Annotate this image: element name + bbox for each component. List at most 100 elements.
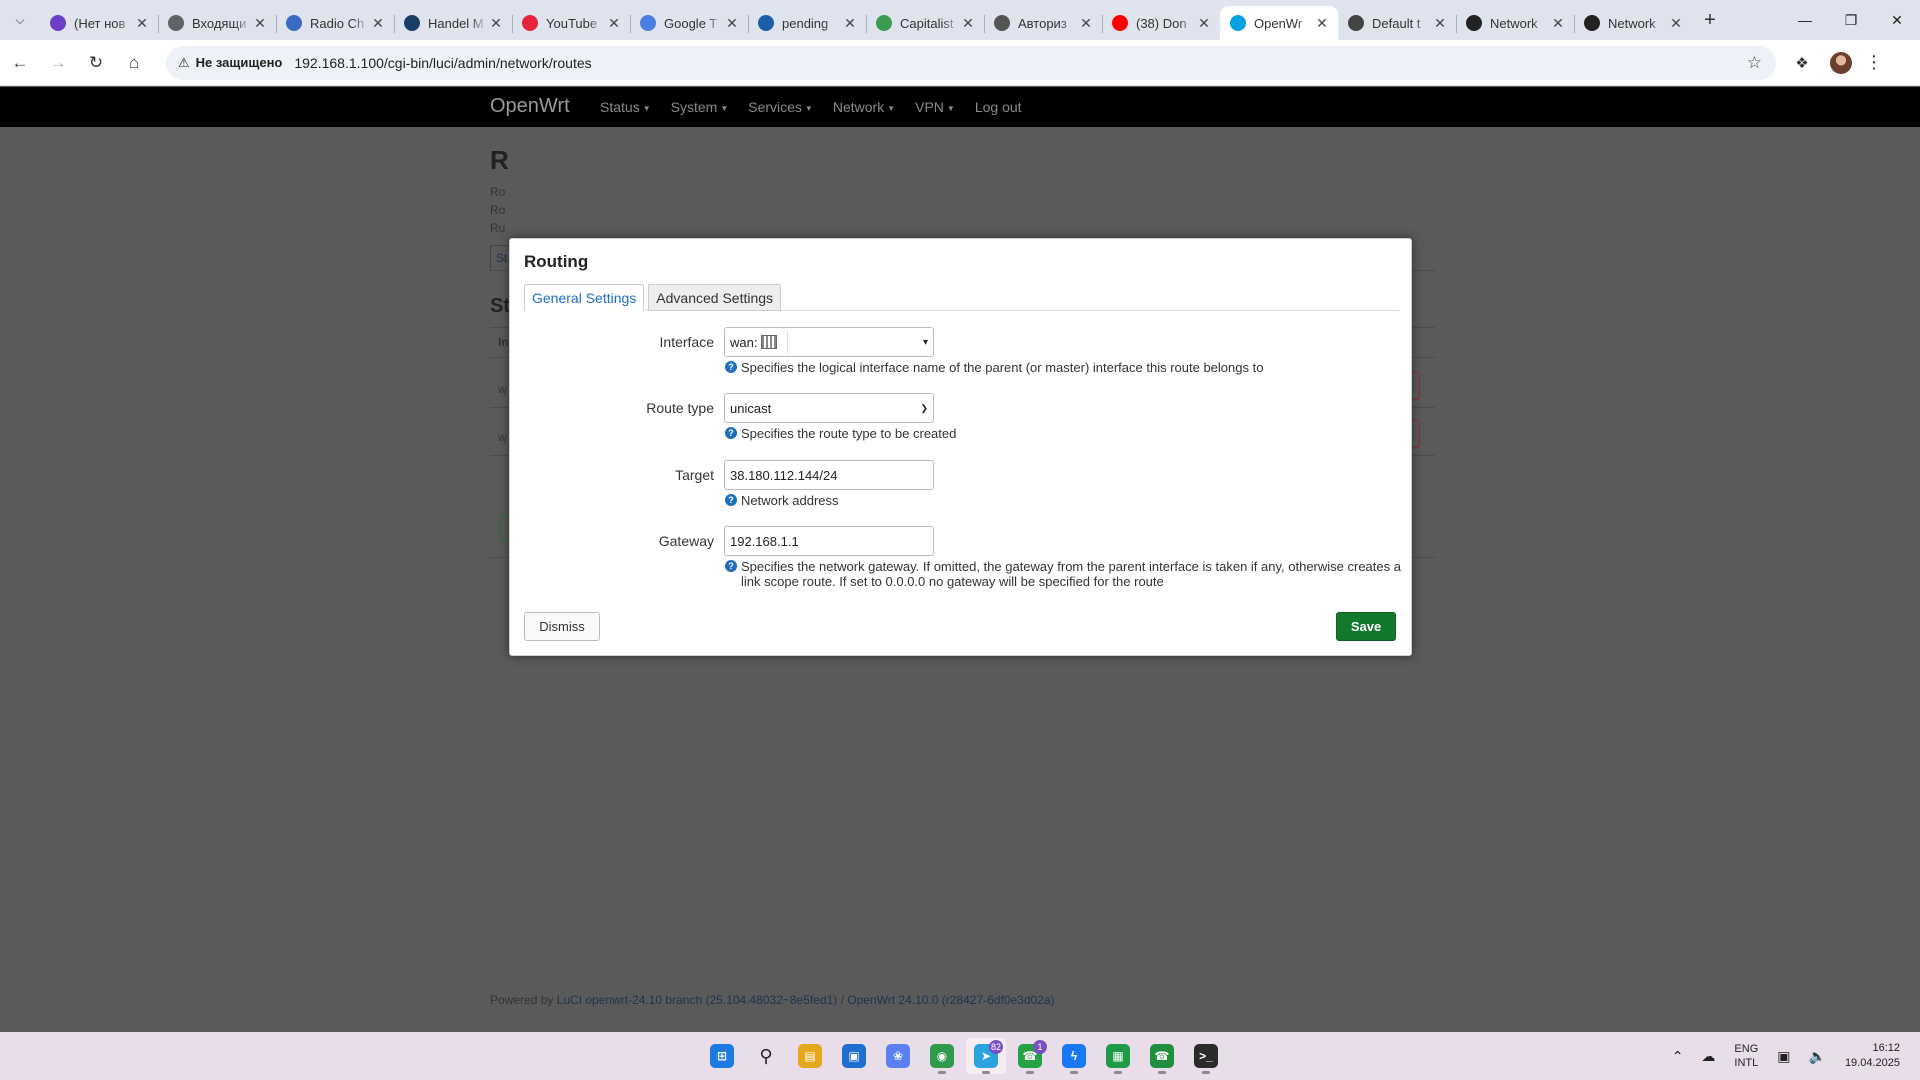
back-arrow-icon[interactable]: ← [2, 45, 38, 81]
running-indicator [1202, 1071, 1210, 1074]
close-tab-icon[interactable]: ✕ [1550, 15, 1566, 32]
tab-advanced-settings[interactable]: Advanced Settings [648, 284, 782, 311]
forward-arrow-icon[interactable]: → [40, 45, 76, 81]
close-tab-icon[interactable]: ✕ [488, 15, 504, 32]
close-tab-icon[interactable]: ✕ [1668, 15, 1684, 32]
taskbar-app[interactable]: ⊞ [702, 1038, 742, 1074]
close-tab-icon[interactable]: ✕ [1196, 15, 1212, 32]
restore-icon[interactable]: ❐ [1828, 0, 1874, 40]
taskbar-app[interactable]: ▦ [1098, 1038, 1138, 1074]
nav-item-log-out[interactable]: Log out [975, 99, 1022, 115]
chrome-icon: ◉ [930, 1044, 954, 1068]
clock[interactable]: 16:12 19.04.2025 [1845, 1041, 1900, 1071]
taskbar-app[interactable]: ▣ [834, 1038, 874, 1074]
language-indicator[interactable]: ENG INTL [1734, 1042, 1758, 1070]
reload-icon[interactable]: ↻ [78, 45, 114, 81]
show-hidden-icons-chevron-icon[interactable]: ⌃ [1672, 1048, 1684, 1065]
openwrt-icon [1230, 15, 1246, 31]
taskbar-app[interactable]: ☎ [1142, 1038, 1182, 1074]
interface-value: wan: [730, 334, 758, 350]
browser-tab[interactable]: Google T ✕ [630, 6, 748, 40]
volume-speaker-icon[interactable]: 🔈 [1809, 1048, 1826, 1065]
tab-title: Network [1490, 15, 1538, 31]
tab-search-chevron-icon[interactable]: ⌵ [6, 6, 34, 34]
dismiss-button[interactable]: Dismiss [524, 612, 600, 641]
taskbar-app[interactable]: ⚲ [746, 1038, 786, 1074]
openwrt-brand[interactable]: OpenWrt [490, 95, 570, 118]
warning-triangle-icon: ⚠ [178, 54, 190, 70]
browser-tab[interactable]: Radio Ch ✕ [276, 6, 394, 40]
browser-tab[interactable]: pending ✕ [748, 6, 866, 40]
browser-tab[interactable]: Network ✕ [1574, 6, 1692, 40]
not-secure-badge[interactable]: ⚠ Не защищено [178, 55, 282, 71]
system-tray: ⌃ ☁ ENG INTL ▣ 🔈 16:12 19.04.2025 [1663, 1032, 1920, 1080]
taskbar-app[interactable]: >_ [1186, 1038, 1226, 1074]
route-type-value: unicast [730, 400, 772, 416]
caret-down-icon: ▼ [642, 103, 651, 113]
tab-general-settings[interactable]: General Settings [524, 284, 645, 311]
taskbar-app[interactable]: ▤ [790, 1038, 830, 1074]
extensions-puzzle-icon[interactable]: ❖ [1784, 45, 1820, 81]
browser-tab[interactable]: Default t ✕ [1338, 6, 1456, 40]
nav-item-network[interactable]: Network ▼ [833, 99, 895, 115]
caret-down-icon: ▼ [720, 103, 729, 113]
close-window-icon[interactable]: ✕ [1874, 0, 1920, 40]
close-tab-icon[interactable]: ✕ [724, 15, 740, 32]
taskbar-app[interactable]: ◉ [922, 1038, 962, 1074]
new-tab-plus-icon[interactable]: + [1696, 6, 1724, 34]
browser-tab[interactable]: (Нет нов ✕ [40, 6, 158, 40]
openwrt-version-link[interactable]: OpenWrt 24.10.0 (r28427-6df0e3d02a) [847, 993, 1054, 1007]
close-tab-icon[interactable]: ✕ [134, 15, 150, 32]
browser-tab[interactable]: YouTube ✕ [512, 6, 630, 40]
nav-item-system[interactable]: System ▼ [671, 99, 729, 115]
running-indicator [1114, 1071, 1122, 1074]
browser-tab[interactable]: (38) Don ✕ [1102, 6, 1220, 40]
route-type-select[interactable]: unicast ❯ [724, 393, 934, 423]
interface-dropdown[interactable]: wan: ▾ [724, 327, 934, 357]
save-button[interactable]: Save [1336, 612, 1396, 641]
luci-link[interactable]: LuCI openwrt-24.10 branch (25.104.48032~… [557, 993, 838, 1007]
gateway-input[interactable]: 192.168.1.1 [724, 526, 934, 556]
home-icon[interactable]: ⌂ [116, 45, 152, 81]
taskbar-app[interactable]: ❀ [878, 1038, 918, 1074]
close-tab-icon[interactable]: ✕ [252, 15, 268, 32]
caret-down-icon: ▼ [804, 103, 813, 113]
browser-tab[interactable]: Авториз ✕ [984, 6, 1102, 40]
network-display-icon[interactable]: ▣ [1777, 1048, 1790, 1065]
browser-menu-dots-icon[interactable]: ⋮ [1862, 52, 1886, 73]
target-help: ? Network address [725, 493, 1401, 508]
browser-tab[interactable]: Входящи ✕ [158, 6, 276, 40]
nav-item-status[interactable]: Status ▼ [600, 99, 651, 115]
address-bar[interactable]: ⚠ Не защищено 192.168.1.100/cgi-bin/luci… [166, 45, 1776, 80]
browser-tab[interactable]: Network ✕ [1456, 6, 1574, 40]
profile-avatar[interactable] [1830, 51, 1852, 74]
browser-tab[interactable]: Handel M ✕ [394, 6, 512, 40]
help-question-icon: ? [725, 361, 737, 373]
tab-title: YouTube [546, 15, 598, 31]
nav-item-vpn[interactable]: VPN ▼ [915, 99, 955, 115]
modal-title: Routing [524, 252, 589, 271]
taskbar-app[interactable]: ➤ 82 [966, 1038, 1006, 1074]
route-type-help: ? Specifies the route type to be created [725, 426, 1401, 441]
bookmark-star-icon[interactable]: ☆ [1747, 53, 1762, 73]
close-tab-icon[interactable]: ✕ [1078, 15, 1094, 32]
close-tab-icon[interactable]: ✕ [960, 15, 976, 32]
close-tab-icon[interactable]: ✕ [842, 15, 858, 32]
close-tab-icon[interactable]: ✕ [370, 15, 386, 32]
browser-tab[interactable]: Capitalist ✕ [866, 6, 984, 40]
close-tab-icon[interactable]: ✕ [1314, 15, 1330, 32]
power-icon [1348, 15, 1364, 31]
browser-tab[interactable]: OpenWr ✕ [1220, 6, 1338, 40]
help-question-icon: ? [725, 560, 737, 572]
url-text[interactable]: 192.168.1.100/cgi-bin/luci/admin/network… [294, 55, 591, 71]
nav-item-services[interactable]: Services ▼ [748, 99, 813, 115]
target-input[interactable]: 38.180.112.144/24 [724, 460, 934, 490]
chevron-down-icon: ❯ [920, 402, 928, 413]
taskbar-app[interactable]: ☎ 1 [1010, 1038, 1050, 1074]
taskbar-app[interactable]: ϟ [1054, 1038, 1094, 1074]
close-tab-icon[interactable]: ✕ [1432, 15, 1448, 32]
minimize-icon[interactable]: — [1782, 0, 1828, 40]
onedrive-cloud-icon[interactable]: ☁ [1701, 1048, 1715, 1065]
openwrt-text-icon [1466, 15, 1482, 31]
close-tab-icon[interactable]: ✕ [606, 15, 622, 32]
